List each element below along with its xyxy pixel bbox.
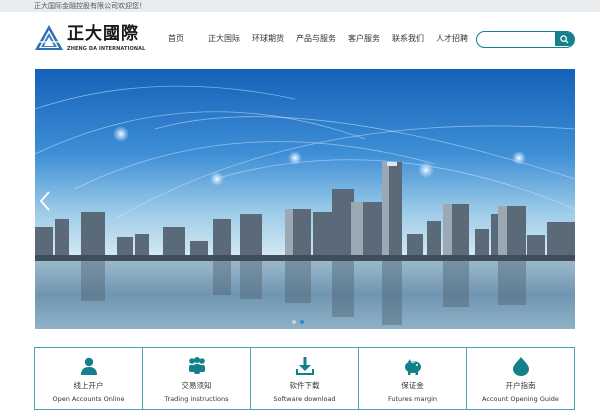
service-panel: 线上开户 Open Accounts Online 交易须知 Trading i… [34, 347, 575, 410]
logo-mark-icon [35, 25, 63, 50]
search-box [476, 31, 575, 48]
header: 正大國際 ZHENG DA INTERNATIONAL 首页 正大国际 环球期货… [0, 12, 600, 62]
service-title: 线上开户 [73, 381, 104, 390]
flame-icon [512, 357, 529, 376]
service-title: 交易须知 [181, 381, 212, 390]
logo-english: ZHENG DA INTERNATIONAL [67, 46, 146, 52]
download-icon [295, 357, 314, 375]
previous-slide-arrow-icon[interactable] [38, 190, 52, 212]
slide-dot-active[interactable] [300, 320, 304, 324]
nav-careers[interactable]: 人才招聘 [436, 32, 468, 46]
service-title: 开户指南 [505, 381, 536, 390]
hero-banner[interactable] [35, 69, 575, 329]
slide-dot[interactable] [292, 320, 296, 324]
service-futures-margin[interactable]: 保证金 Futures margin [359, 348, 467, 409]
search-button[interactable] [555, 32, 574, 46]
top-bar: 正大国际金融控股有限公司欢迎您！ [0, 0, 600, 12]
service-title: 保证金 [401, 381, 424, 390]
service-subtitle: Open Accounts Online [52, 395, 125, 403]
main-nav: 首页 正大国际 环球期货 产品与服务 客户服务 联系我们 人才招聘 [168, 32, 480, 46]
service-trading-instructions[interactable]: 交易须知 Trading instructions [143, 348, 251, 409]
search-input[interactable] [483, 32, 553, 46]
service-subtitle: Software download [273, 395, 336, 403]
nav-customer-service[interactable]: 客户服务 [348, 32, 380, 46]
service-account-guide[interactable]: 开户指南 Account Opening Guide [467, 348, 574, 409]
service-subtitle: Futures margin [387, 395, 438, 403]
nav-home[interactable]: 首页 [168, 32, 184, 46]
people-icon [188, 357, 205, 374]
service-subtitle: Account Opening Guide [482, 395, 559, 403]
logo[interactable]: 正大國際 ZHENG DA INTERNATIONAL [34, 24, 146, 54]
service-title: 软件下载 [289, 381, 320, 390]
search-icon [560, 34, 569, 44]
logo-chinese: 正大國際 [67, 24, 139, 44]
nav-products[interactable]: 产品与服务 [296, 32, 336, 46]
welcome-text: 正大国际金融控股有限公司欢迎您！ [34, 2, 146, 10]
person-icon [80, 357, 97, 375]
service-subtitle: Trading instructions [164, 395, 229, 403]
service-open-account[interactable]: 线上开户 Open Accounts Online [35, 348, 143, 409]
nav-about[interactable]: 正大国际 [208, 32, 240, 46]
service-software-download[interactable]: 软件下载 Software download [251, 348, 359, 409]
city-skyline-image [35, 69, 575, 329]
nav-contact[interactable]: 联系我们 [392, 32, 424, 46]
slide-indicator [292, 320, 304, 324]
piggy-bank-icon [404, 359, 421, 375]
nav-global-futures[interactable]: 环球期货 [252, 32, 284, 46]
